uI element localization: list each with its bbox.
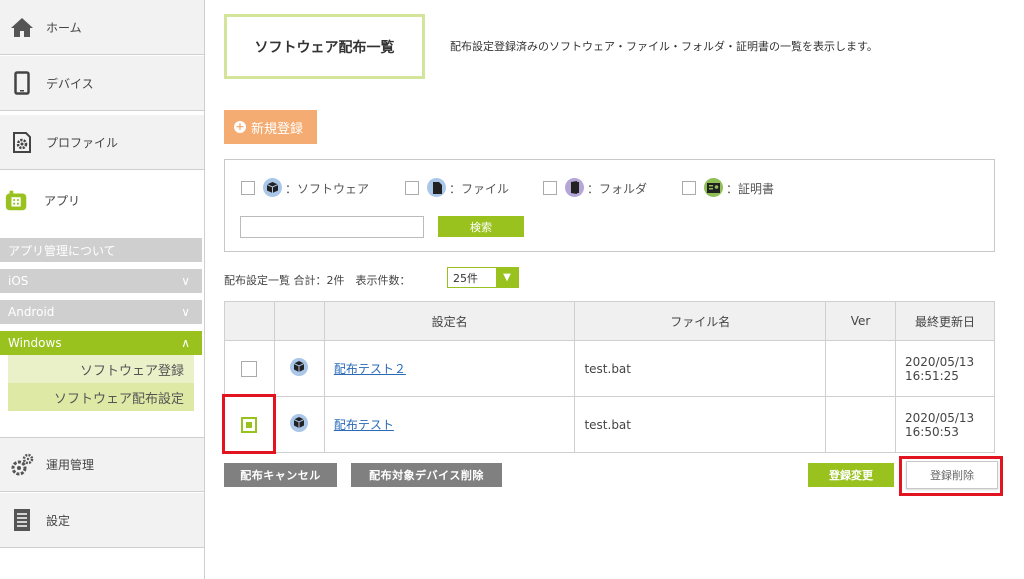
ios-label: iOS <box>8 274 29 288</box>
table-row: 配布テスト test.bat 2020/05/13 16:50:53 <box>224 396 995 453</box>
list-summary: 配布設定一覧 合計：2件 表示件数： <box>224 274 411 287</box>
cancel-distribution-button[interactable]: 配布キャンセル <box>224 463 337 487</box>
row-updated-cell: 2020/05/13 16:51:25 <box>895 340 995 397</box>
page-description: 配布設定登録済みのソフトウェア・ファイル・フォルダ・証明書の一覧を表示します。 <box>450 40 878 53</box>
sidebar-item-app-about[interactable]: アプリ管理について <box>0 238 202 262</box>
delete-registration-button[interactable]: 登録削除 <box>906 461 998 489</box>
row-version <box>825 340 896 397</box>
sidebar: ホーム デバイス プロファイル アプリ アプリ管理について iOS ∨ Andr… <box>0 0 205 579</box>
header-type-col <box>273 301 325 341</box>
edit-registration-button[interactable]: 登録変更 <box>808 463 894 487</box>
app-about-label: アプリ管理について <box>8 243 116 258</box>
folder-icon <box>565 178 584 197</box>
new-register-button[interactable]: + 新規登録 <box>224 110 317 144</box>
filter-certificate-label: ：証明書 <box>726 182 775 196</box>
plus-icon: + <box>234 120 246 133</box>
page-title: ソフトウェア配布一覧 <box>224 14 425 79</box>
header-setting-name: 設定名 <box>323 301 576 341</box>
chevron-down-icon: ∨ <box>181 274 190 288</box>
sidebar-item-android[interactable]: Android ∨ <box>0 300 202 324</box>
chevron-down-icon: ∨ <box>181 305 190 319</box>
row-checkbox-cell <box>224 396 275 453</box>
nav-app[interactable]: アプリ <box>0 170 204 230</box>
row-updated-date: 2020/05/13 <box>905 410 975 425</box>
windows-label: Windows <box>8 336 62 350</box>
row-type-cell <box>273 396 325 453</box>
setting-name-link[interactable]: 配布テスト２ <box>334 362 406 376</box>
filter-file-checkbox[interactable] <box>405 181 419 195</box>
row-file-name: test.bat <box>574 396 827 453</box>
nav-settings-label: 設定 <box>46 513 71 528</box>
filter-software-label: ：ソフトウェア <box>285 182 370 196</box>
new-register-label: 新規登録 <box>251 121 304 137</box>
setting-name-link[interactable]: 配布テスト <box>334 418 394 432</box>
smartphone-icon <box>9 70 35 96</box>
row-updated-cell: 2020/05/13 16:50:53 <box>895 396 995 453</box>
row-file-name: test.bat <box>574 340 827 397</box>
per-page-select[interactable]: 25件 ▼ <box>447 267 519 288</box>
row-updated-date: 2020/05/13 <box>905 354 975 369</box>
row-checkbox-cell <box>224 340 275 397</box>
filter-folder-checkbox[interactable] <box>543 181 557 195</box>
sidebar-item-ios[interactable]: iOS ∨ <box>0 269 202 293</box>
software-package-icon <box>290 414 309 435</box>
row-type-cell <box>273 340 325 397</box>
nav-device[interactable]: デバイス <box>0 56 204 111</box>
header-updated: 最終更新日 <box>895 301 995 341</box>
certificate-icon <box>704 178 723 197</box>
software-dist-label: ソフトウェア配布設定 <box>53 391 184 407</box>
filter-certificate-checkbox[interactable] <box>682 181 696 195</box>
sidebar-item-software-dist[interactable]: ソフトウェア配布設定 <box>8 383 194 411</box>
nav-app-label: アプリ <box>44 193 81 208</box>
filter-software-checkbox[interactable] <box>241 181 255 195</box>
nav-profile-label: プロファイル <box>46 135 119 150</box>
filter-folder-label: ：フォルダ <box>587 182 648 196</box>
nav-device-label: デバイス <box>46 76 94 91</box>
software-register-label: ソフトウェア登録 <box>79 363 184 379</box>
row-checkbox[interactable] <box>241 416 258 433</box>
nav-operation[interactable]: 運用管理 <box>0 437 204 492</box>
header-checkbox-col <box>224 301 275 341</box>
row-setting-name-cell: 配布テスト <box>323 396 576 453</box>
distribution-table: 設定名 ファイル名 Ver 最終更新日 配布テスト２ test.bat 2020… <box>224 301 995 453</box>
row-setting-name-cell: 配布テスト２ <box>323 340 576 397</box>
home-icon <box>9 14 35 40</box>
filter-file-label: ：ファイル <box>449 182 510 196</box>
nav-home[interactable]: ホーム <box>0 0 204 55</box>
table-row: 配布テスト２ test.bat 2020/05/13 16:51:25 <box>224 340 995 397</box>
filter-panel: ：ソフトウェア ：ファイル ：フォルダ ：証明書 検索 <box>224 159 995 252</box>
header-version: Ver <box>825 301 896 341</box>
row-updated-time: 16:51:25 <box>905 368 959 383</box>
search-button[interactable]: 検索 <box>438 216 524 237</box>
header-file-name: ファイル名 <box>574 301 827 341</box>
app-icon <box>4 187 30 213</box>
nav-home-label: ホーム <box>46 20 82 35</box>
chevron-up-icon: ∧ <box>181 336 190 350</box>
profile-gear-icon <box>9 129 35 155</box>
dropdown-arrow-icon: ▼ <box>496 268 518 287</box>
nav-settings[interactable]: 設定 <box>0 493 204 548</box>
search-input[interactable] <box>240 216 424 238</box>
row-updated-time: 16:50:53 <box>905 424 959 439</box>
nav-profile[interactable]: プロファイル <box>0 115 204 170</box>
software-package-icon <box>290 358 309 379</box>
sidebar-item-software-register[interactable]: ソフトウェア登録 <box>8 355 194 383</box>
android-label: Android <box>8 305 55 319</box>
per-page-value: 25件 <box>453 271 478 285</box>
table-header-row: 設定名 ファイル名 Ver 最終更新日 <box>224 301 995 341</box>
software-package-icon <box>263 178 282 197</box>
nav-operation-label: 運用管理 <box>46 458 95 472</box>
row-version <box>825 396 896 453</box>
file-icon <box>427 178 446 197</box>
row-checkbox[interactable] <box>241 360 258 377</box>
document-icon <box>9 507 35 533</box>
sidebar-item-windows[interactable]: Windows ∧ <box>0 331 202 355</box>
gears-icon <box>9 452 35 478</box>
delete-target-devices-button[interactable]: 配布対象デバイス削除 <box>351 463 502 487</box>
